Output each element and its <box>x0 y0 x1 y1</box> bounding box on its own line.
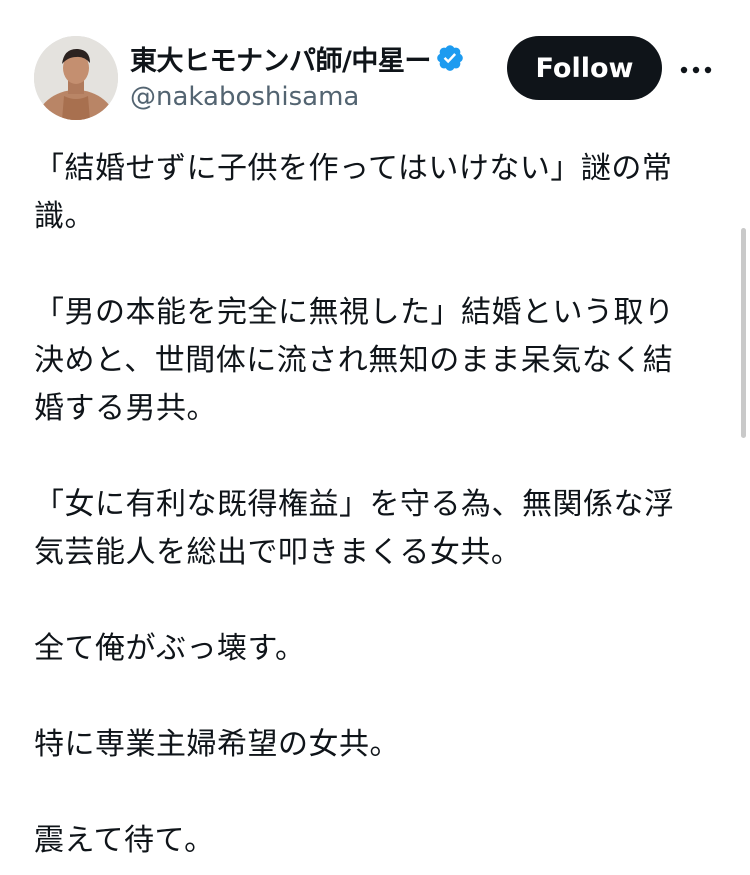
tweet-header: 東大ヒモナンパ師/中星ー @nakaboshisama Follow <box>0 0 750 130</box>
display-name[interactable]: 東大ヒモナンパ師/中星ー <box>130 39 431 78</box>
tweet-line: 震えて待て。 <box>34 823 215 858</box>
follow-button[interactable]: Follow <box>507 36 662 100</box>
tweet-line: 「男の本能を完全に無視した」結婚という取り <box>34 295 675 330</box>
avatar[interactable] <box>34 36 118 120</box>
tweet-line: 婚する男共。 <box>34 391 217 426</box>
avatar-image <box>34 36 118 120</box>
tweet-text: 「結婚せずに子供を作ってはいけない」謎の常 識。 「男の本能を完全に無視した」結… <box>34 145 714 865</box>
display-name-row: 東大ヒモナンパ師/中星ー <box>130 39 500 78</box>
tweet-line: 「結婚せずに子供を作ってはいけない」謎の常 <box>34 151 673 186</box>
tweet-line: 特に専業主婦希望の女共。 <box>34 727 400 762</box>
user-names: 東大ヒモナンパ師/中星ー @nakaboshisama <box>130 40 500 112</box>
user-handle[interactable]: @nakaboshisama <box>130 82 500 112</box>
verified-badge-icon <box>435 43 465 73</box>
scrollbar[interactable] <box>741 228 746 438</box>
more-options-button[interactable] <box>676 50 716 90</box>
tweet-line: 全て俺がぶっ壊す。 <box>34 631 306 666</box>
tweet-line: 決めと、世間体に流され無知のまま呆気なく結 <box>34 343 674 378</box>
tweet-line: 識。 <box>34 199 95 234</box>
tweet-line: 「女に有利な既得権益」を守る為、無関係な浮 <box>34 487 675 522</box>
ellipsis-icon <box>680 66 712 74</box>
tweet-line: 気芸能人を総出で叩きまくる女共。 <box>34 535 522 570</box>
